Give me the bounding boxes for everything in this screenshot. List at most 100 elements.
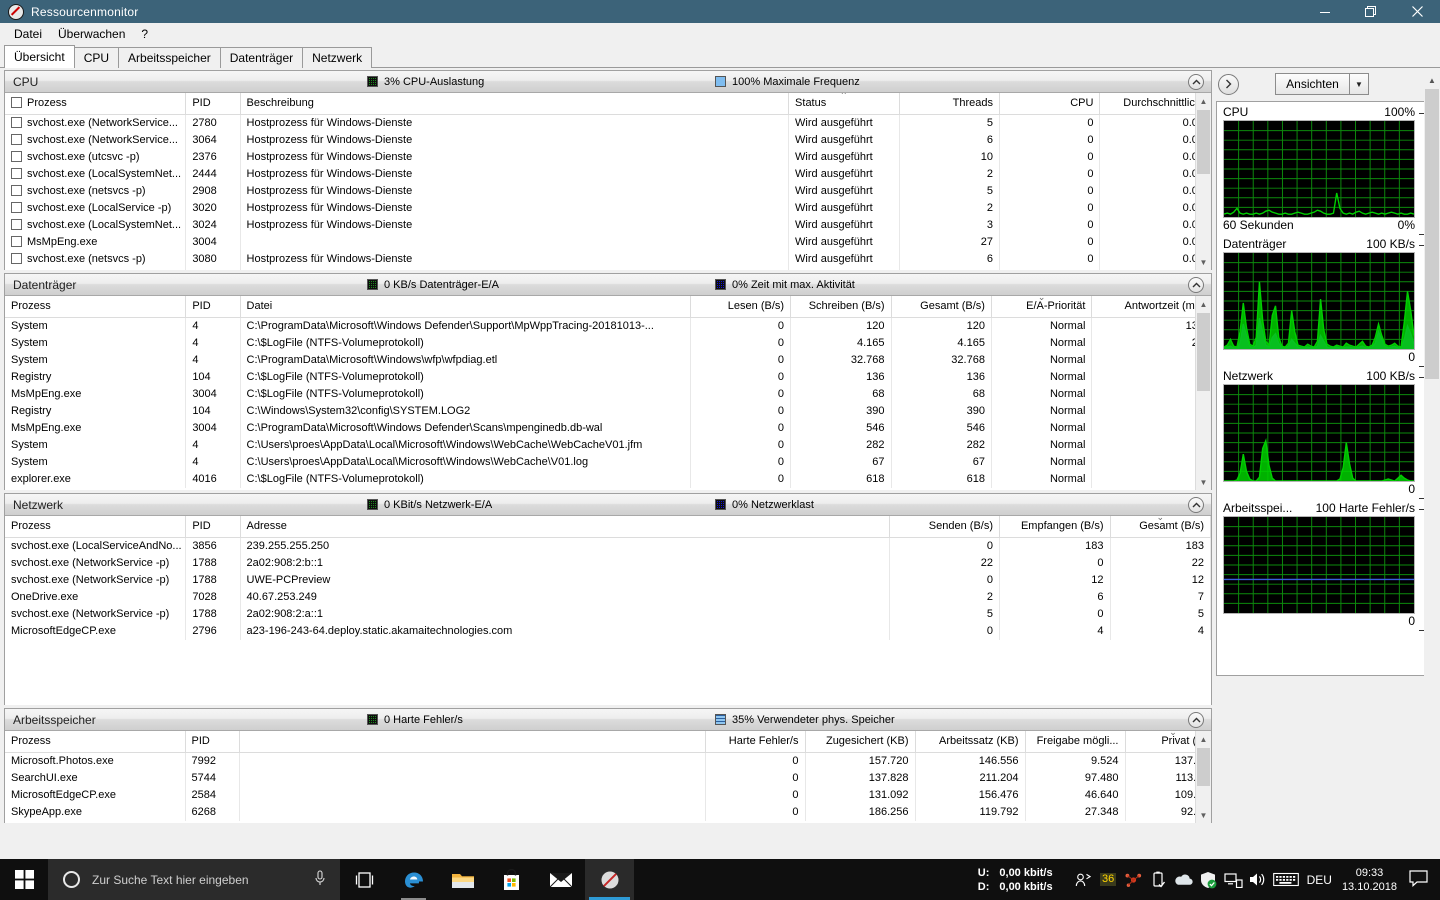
scroll-up-arrow[interactable]: ▲ xyxy=(1196,93,1211,109)
network-connection-icon[interactable] xyxy=(1221,859,1246,900)
table-row[interactable]: svchost.exe (LocalServiceAndNo... 3856 239… xyxy=(5,537,1211,555)
scroll-up-arrow[interactable]: ▲ xyxy=(1196,296,1211,312)
tab-uebersicht[interactable]: Übersicht xyxy=(4,45,75,68)
disk-table-scrollbar[interactable]: ▲ ▼ xyxy=(1195,296,1211,490)
row-checkbox[interactable] xyxy=(11,252,22,264)
table-row[interactable]: SearchUI.exe 5744 0 137.828 211.204 97.480 113… xyxy=(5,769,1211,787)
table-row[interactable]: OneDrive.exe 7028 40.67.253.249 2 6 7 xyxy=(5,588,1211,606)
scrollbar-thumb[interactable] xyxy=(1197,313,1210,391)
table-row[interactable]: svchost.exe (NetworkService... 2780 Hostpr… xyxy=(5,114,1211,132)
security-shield-icon[interactable] xyxy=(1196,859,1221,900)
network-col-gesamt[interactable]: ⌄ Gesamt (B/s) xyxy=(1110,516,1211,538)
disk-col-lesen[interactable]: Lesen (B/s) xyxy=(690,296,792,318)
row-checkbox[interactable] xyxy=(11,269,22,270)
search-box[interactable]: Zur Suche Text hier eingeben xyxy=(48,859,340,900)
table-row[interactable]: svchost.exe (NetworkService -p) 1788 2a02:… xyxy=(5,554,1211,572)
menu-item-datei[interactable]: Datei xyxy=(6,25,50,43)
disk-col-antwortzeit[interactable]: Antwortzeit (ms) xyxy=(1091,296,1211,318)
row-checkbox[interactable] xyxy=(11,235,22,247)
table-row[interactable]: svchost.exe (LocalService -p)3152Hostpro… xyxy=(5,267,1211,270)
scrollbar-thumb[interactable] xyxy=(1197,748,1210,786)
network-col-pid[interactable]: PID xyxy=(185,516,241,538)
cpu-table-scrollbar[interactable]: ▲ ▼ xyxy=(1195,93,1211,270)
tab-datentraeger[interactable]: Datenträger xyxy=(219,47,304,68)
memory-col-pid[interactable]: PID xyxy=(185,731,240,753)
row-checkbox[interactable] xyxy=(11,116,22,128)
section-disk-header[interactable]: Datenträger 0 KB/s Datenträger-E/A 0% Ze… xyxy=(5,274,1211,296)
windows-start-icon[interactable] xyxy=(0,859,48,900)
molecule-icon[interactable] xyxy=(1121,859,1146,900)
disk-col-prozess[interactable]: Prozess xyxy=(5,296,187,318)
task-view-icon[interactable] xyxy=(340,859,389,900)
graph-cpu-plot[interactable] xyxy=(1223,120,1415,218)
menu-item-help[interactable]: ? xyxy=(133,25,156,43)
select-all-checkbox[interactable] xyxy=(11,96,22,108)
table-row[interactable]: Microsoft.Photos.exe 7992 0 157.720 146.556 9… xyxy=(5,752,1211,770)
network-col-senden[interactable]: Senden (B/s) xyxy=(889,516,1000,538)
search-input[interactable]: Zur Suche Text hier eingeben xyxy=(92,873,313,887)
table-row[interactable]: SkypeApp.exe62680186.256119.79227.34892.… xyxy=(5,803,1211,821)
section-memory-collapse-button[interactable] xyxy=(1188,712,1204,728)
volume-icon[interactable] xyxy=(1246,859,1271,900)
graphs-panel-scrollbar[interactable]: ▲ xyxy=(1424,72,1440,900)
scroll-down-arrow[interactable]: ▼ xyxy=(1196,254,1211,270)
table-row[interactable]: svchost.exe (LocalSystemNet... 3024 Hostpr… xyxy=(5,216,1211,234)
table-row[interactable]: MicrosoftEdgeCP.exe 2584 0 131.092 156.476 46… xyxy=(5,786,1211,804)
graph-disk-plot[interactable] xyxy=(1223,252,1415,350)
language-indicator[interactable]: DEU xyxy=(1307,873,1332,887)
disk-col-prioritaet[interactable]: ⌄ E/A-Priorität xyxy=(991,296,1093,318)
memory-col-freigabe[interactable]: Freigabe mögli... xyxy=(1025,731,1126,753)
table-row[interactable]: System 4 C:\ProgramData\Microsoft\Windows\… xyxy=(5,351,1211,369)
microphone-icon[interactable] xyxy=(313,869,327,890)
cpu-col-beschreibung[interactable]: Beschreibung xyxy=(240,93,790,115)
row-checkbox[interactable] xyxy=(11,150,22,162)
cpu-col-prozess[interactable]: Prozess xyxy=(5,93,187,115)
table-row[interactable]: svchost.exe (NetworkService -p) 1788 UWE-P… xyxy=(5,571,1211,589)
table-row[interactable]: MsMpEng.exe 3004 Wird ausgeführt 27 0 0.00 xyxy=(5,233,1211,251)
disk-col-datei[interactable]: Datei xyxy=(240,296,691,318)
memory-col-zugesichert[interactable]: Zugesichert (KB) xyxy=(805,731,916,753)
scroll-down-arrow[interactable]: ▼ xyxy=(1196,474,1211,490)
table-row[interactable]: System 4 C:\ProgramData\Microsoft\Windows … xyxy=(5,317,1211,335)
network-col-prozess[interactable]: Prozess xyxy=(5,516,187,538)
cpu-col-pid[interactable]: PID xyxy=(185,93,241,115)
memory-col-prozess[interactable]: Prozess xyxy=(5,731,186,753)
section-network-header[interactable]: Netzwerk 0 KBit/s Netzwerk-E/A 0% Netzwe… xyxy=(5,494,1211,516)
table-row[interactable]: svchost.exe (LocalService -p) 3020 Hostpro… xyxy=(5,199,1211,217)
disk-col-schreiben[interactable]: Schreiben (B/s) xyxy=(790,296,892,318)
disk-col-gesamt[interactable]: Gesamt (B/s) xyxy=(891,296,992,318)
scroll-up-arrow[interactable]: ▲ xyxy=(1196,731,1211,747)
section-disk-collapse-button[interactable] xyxy=(1188,277,1204,293)
table-row[interactable]: svchost.exe (netsvcs -p) 3080 Hostprozess … xyxy=(5,250,1211,268)
close-button[interactable] xyxy=(1394,0,1440,23)
table-row[interactable]: explorer.exe 4016 C:\$LogFile (NTFS-Volume… xyxy=(5,470,1211,488)
row-checkbox[interactable] xyxy=(11,184,22,196)
table-row[interactable]: System 4 C:\$LogFile (NTFS-Volumeprotokoll… xyxy=(5,334,1211,352)
clock[interactable]: 09:33 13.10.2018 xyxy=(1342,866,1397,894)
network-col-adresse[interactable]: Adresse xyxy=(240,516,890,538)
section-cpu-header[interactable]: CPU 3% CPU-Auslastung 100% Maximale Freq… xyxy=(5,71,1211,93)
usb-eject-icon[interactable] xyxy=(1146,859,1171,900)
chevron-right-icon[interactable] xyxy=(1218,73,1239,95)
table-row[interactable]: svchost.exe (NetworkService -p) 1788 2a02:… xyxy=(5,605,1211,623)
tray-badge[interactable]: 36 xyxy=(1096,859,1121,900)
disk-col-pid[interactable]: PID xyxy=(185,296,241,318)
tab-cpu[interactable]: CPU xyxy=(73,47,120,68)
cpu-col-threads[interactable]: Threads xyxy=(899,93,1001,115)
section-network-collapse-button[interactable] xyxy=(1188,497,1204,513)
cpu-col-status[interactable]: ^ Status xyxy=(788,93,900,115)
section-memory-header[interactable]: Arbeitsspeicher 0 Harte Fehler/s 35% Ver… xyxy=(5,709,1211,731)
cpu-col-cpu[interactable]: CPU xyxy=(999,93,1101,115)
microsoft-store-icon[interactable] xyxy=(487,859,536,900)
memory-col-arbeitssatz[interactable]: Arbeitssatz (KB) xyxy=(915,731,1026,753)
file-explorer-icon[interactable] xyxy=(438,859,487,900)
network-col-empfangen[interactable]: Empfangen (B/s) xyxy=(999,516,1111,538)
table-row[interactable]: MsMpEng.exe 3004 C:\ProgramData\Microsoft\… xyxy=(5,419,1211,437)
resource-monitor-icon[interactable] xyxy=(585,859,634,900)
table-row[interactable]: svchost.exe (NetworkService... 3064 Hostpr… xyxy=(5,131,1211,149)
people-icon[interactable] xyxy=(1071,859,1096,900)
scrollbar-thumb[interactable] xyxy=(1197,110,1210,174)
table-row[interactable]: svchost.exe (utcsvc -p) 2376 Hostprozess f… xyxy=(5,148,1211,166)
section-cpu-collapse-button[interactable] xyxy=(1188,74,1204,90)
table-row[interactable]: Registry 104 C:\Windows\System32\config\SY… xyxy=(5,402,1211,420)
